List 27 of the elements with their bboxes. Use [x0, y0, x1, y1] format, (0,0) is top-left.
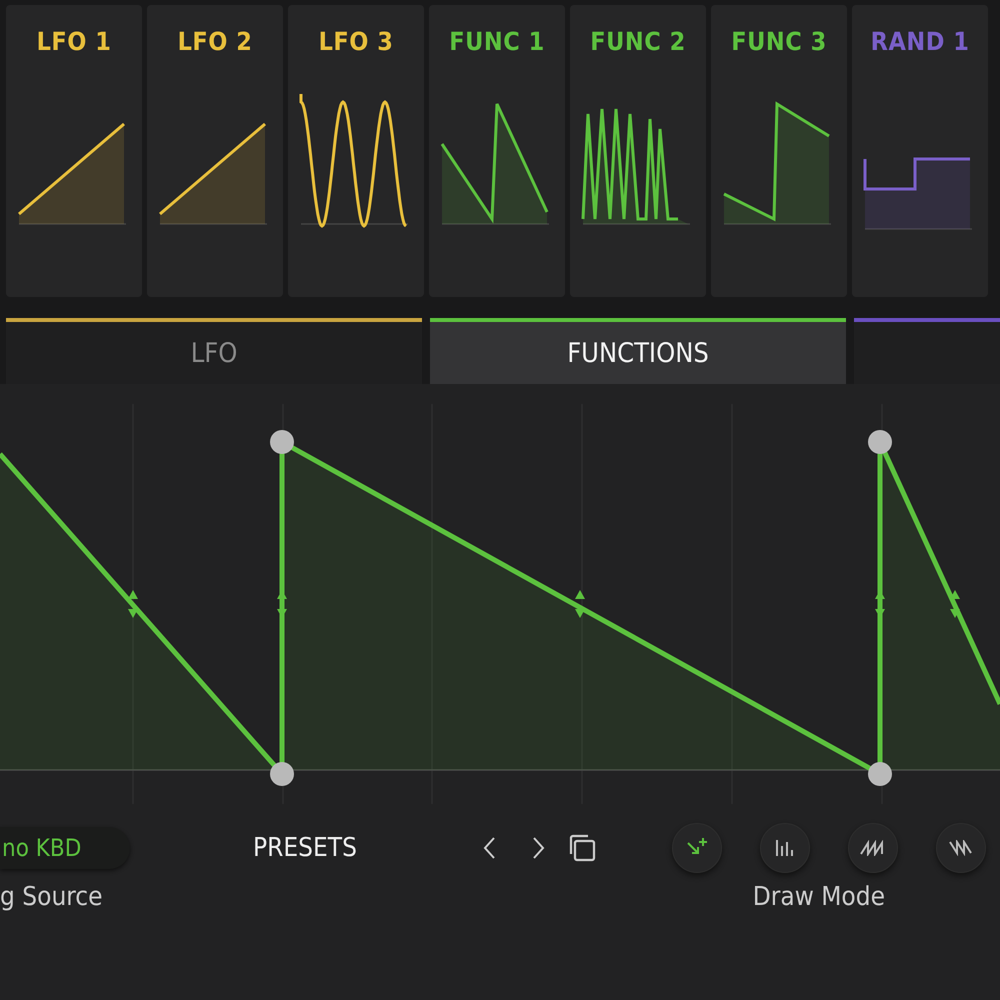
sawtooth-icon — [860, 840, 886, 856]
source-caption: g Source — [0, 882, 103, 912]
mode-tab[interactable]: LFO — [6, 318, 422, 384]
presets-label: PRESETS — [253, 833, 357, 863]
modulator-label: LFO 3 — [318, 27, 394, 56]
modulator-card[interactable]: FUNC 1 — [429, 5, 565, 297]
source-selector[interactable]: no KBD — [0, 827, 130, 869]
draw-mode-button[interactable] — [936, 823, 986, 873]
modulator-label: FUNC 1 — [449, 27, 545, 56]
modulator-label: RAND 1 — [870, 27, 970, 56]
modulator-label: FUNC 2 — [590, 27, 686, 56]
modulator-card[interactable]: LFO 2 — [147, 5, 283, 297]
ramp-icon — [948, 840, 974, 856]
draw-mode-button[interactable] — [760, 823, 810, 873]
function-editor-drawing[interactable] — [0, 404, 1000, 804]
modulator-card[interactable]: FUNC 2 — [570, 5, 706, 297]
mode-tab[interactable]: FUNCTIONS — [430, 318, 846, 384]
modulator-label: FUNC 3 — [731, 27, 827, 56]
mode-tab[interactable] — [854, 318, 1000, 384]
modulator-card[interactable]: FUNC 3 — [711, 5, 847, 297]
modulator-card[interactable]: LFO 1 — [6, 5, 142, 297]
modulator-label: LFO 2 — [178, 27, 252, 56]
modulator-label: LFO 1 — [36, 27, 112, 56]
draw-mode-caption: Draw Mode — [752, 882, 885, 912]
draw-mode-button[interactable] — [672, 823, 722, 873]
modulator-card[interactable]: LFO 3 — [288, 5, 424, 297]
draw-mode-button[interactable] — [848, 823, 898, 873]
